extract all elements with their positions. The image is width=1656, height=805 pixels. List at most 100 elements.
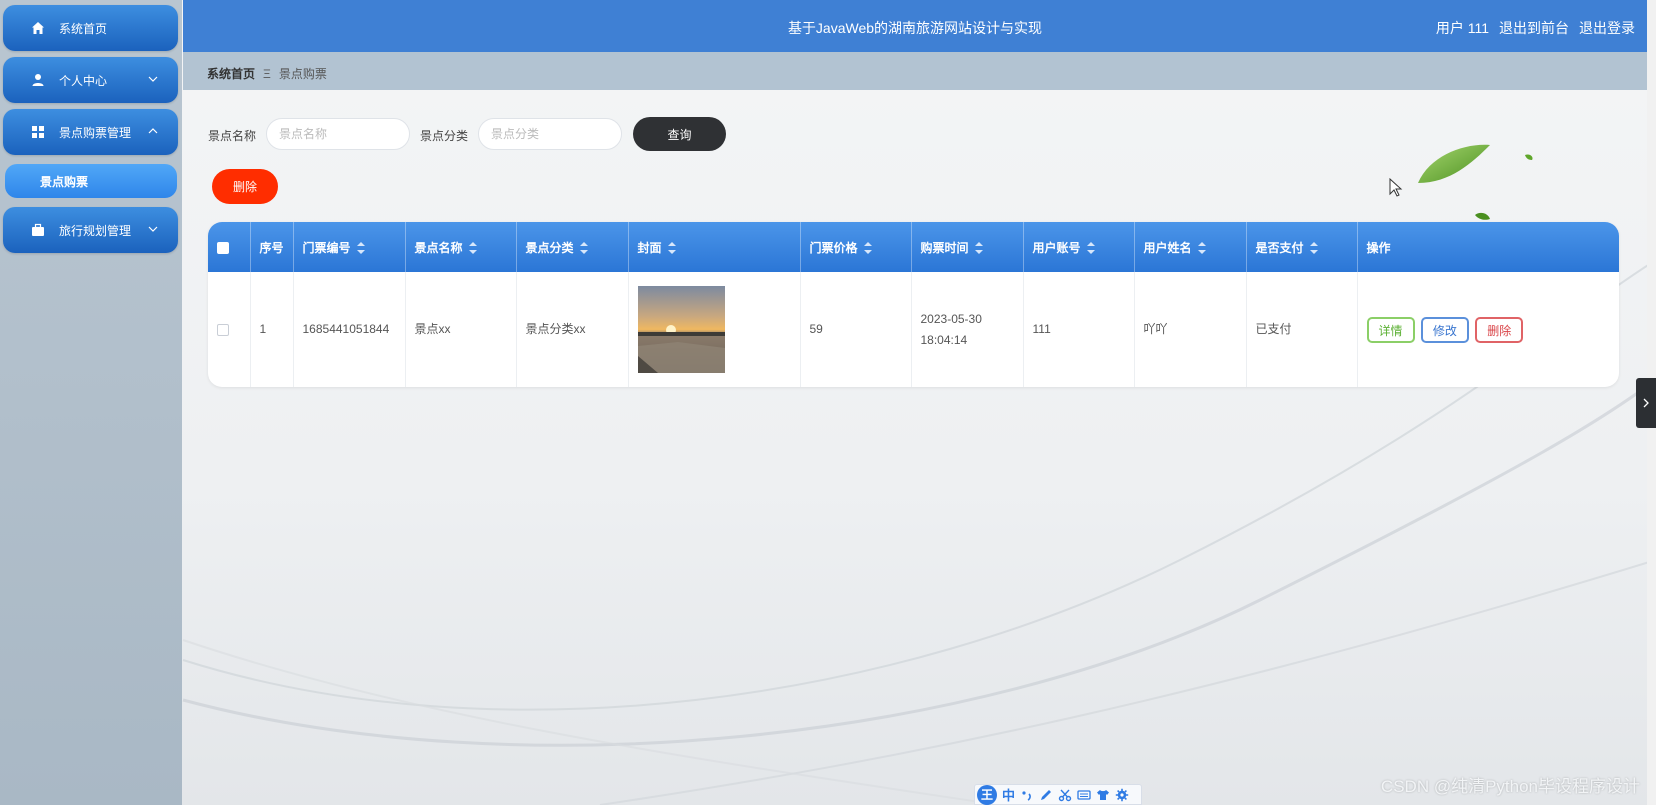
- column-header[interactable]: 是否支付: [1246, 222, 1358, 272]
- sidebar-subitem-label: 景点购票: [40, 174, 89, 189]
- sidebar-item-label: 旅行规划管理: [59, 223, 132, 238]
- edit-button[interactable]: 修改: [1420, 316, 1469, 343]
- sort-icon[interactable]: [468, 242, 477, 255]
- cover-image[interactable]: [637, 286, 725, 373]
- sort-icon[interactable]: [1309, 242, 1318, 255]
- sort-icon[interactable]: [667, 242, 676, 255]
- column-header-label: 购票时间: [920, 240, 969, 255]
- sort-icon[interactable]: [1197, 242, 1206, 255]
- ticket-table: 序号 门票编号 景点名称 景点分类 封面 门票价格 购票时间 用户账号 用户姓名…: [208, 222, 1619, 387]
- ime-logo[interactable]: 王: [977, 784, 997, 805]
- mouse-cursor-icon: [1389, 178, 1403, 197]
- sort-icon[interactable]: [356, 242, 365, 255]
- watermark-text: CSDN @纯清Python毕设程序设计: [1380, 777, 1640, 796]
- column-header[interactable]: 封面: [628, 222, 801, 272]
- top-header: 基于JavaWeb的湖南旅游网站设计与实现 用户 111 退出到前台 退出登录: [183, 0, 1647, 52]
- column-header-label: 封面: [637, 240, 662, 255]
- spot-category-cell: 景点分类xx: [516, 272, 629, 387]
- purchase-time-cell: 2023-05-30 18:04:14: [911, 272, 1024, 387]
- sidebar-item-label: 个人中心: [59, 73, 108, 88]
- select-all-checkbox[interactable]: [217, 241, 229, 254]
- select-all-header: [208, 222, 251, 272]
- sidebar-subitem-ticket-purchase[interactable]: 景点购票: [5, 164, 177, 198]
- punctuation-icon[interactable]: [1020, 788, 1034, 802]
- sort-icon[interactable]: [579, 242, 588, 255]
- sidebar-item-label: 系统首页: [59, 21, 108, 36]
- spot-name-input[interactable]: [266, 118, 410, 150]
- price-cell: 59: [800, 272, 912, 387]
- column-header-label: 是否支付: [1255, 240, 1304, 255]
- spot-category-label: 景点分类: [420, 129, 469, 143]
- spot-name-cell: 景点xx: [405, 272, 517, 387]
- column-header-label: 用户姓名: [1143, 240, 1192, 255]
- user-area: 用户 111 退出到前台 退出登录: [1436, 18, 1635, 38]
- pen-icon[interactable]: [1039, 788, 1053, 802]
- app-title: 基于JavaWeb的湖南旅游网站设计与实现: [787, 20, 1043, 36]
- settings-gear-icon[interactable]: [1115, 788, 1129, 802]
- grid-icon: [29, 123, 47, 141]
- paid-status-cell: 已支付: [1246, 272, 1358, 387]
- batch-delete-button[interactable]: 删除: [212, 169, 278, 204]
- row-checkbox[interactable]: [217, 323, 229, 336]
- leaf-decoration: [1418, 144, 1533, 220]
- background-decoration: [0, 0, 1656, 805]
- breadcrumb-current: 景点购票: [278, 67, 327, 81]
- current-user: 用户 111: [1435, 20, 1489, 36]
- chevron-right-icon: [1643, 398, 1649, 408]
- detail-button[interactable]: 详情: [1366, 316, 1415, 343]
- user-icon: [29, 71, 47, 89]
- sidebar-item-travel-planning[interactable]: 旅行规划管理: [3, 207, 178, 253]
- logout-link[interactable]: 退出登录: [1579, 18, 1635, 38]
- query-button[interactable]: 查询: [633, 117, 726, 151]
- home-icon: [29, 19, 47, 37]
- sidebar-item-personal-center[interactable]: 个人中心: [3, 57, 178, 103]
- sort-icon[interactable]: [1086, 242, 1095, 255]
- column-header: 序号: [250, 222, 294, 272]
- column-header-label: 景点分类: [525, 240, 574, 255]
- column-header-label: 用户账号: [1032, 240, 1081, 255]
- row-delete-button[interactable]: 删除: [1475, 316, 1524, 343]
- keyboard-icon[interactable]: [1077, 788, 1091, 802]
- ime-toolbar: 王 中: [974, 784, 1142, 805]
- breadcrumb-bar: 系统首页 Ξ 景点购票: [183, 52, 1647, 90]
- column-header[interactable]: 门票价格: [800, 222, 912, 272]
- chevron-up-icon: [148, 128, 158, 134]
- chevron-down-icon: [148, 76, 158, 82]
- exit-to-front-link[interactable]: 退出到前台: [1499, 18, 1569, 38]
- column-header[interactable]: 购票时间: [911, 222, 1024, 272]
- column-header[interactable]: 用户账号: [1023, 222, 1135, 272]
- actions-cell: 详情 修改 删除: [1357, 272, 1619, 387]
- spot-category-input[interactable]: [478, 118, 622, 150]
- breadcrumb: 系统首页 Ξ 景点购票: [207, 65, 327, 82]
- account-cell: 111: [1023, 272, 1135, 387]
- table-row: 1 1685441051844 景点xx 景点分类xx 59 2023-05-3…: [208, 272, 1619, 387]
- column-header-label: 景点名称: [414, 240, 463, 255]
- column-header[interactable]: 景点分类: [516, 222, 629, 272]
- column-header-label: 门票编号: [302, 240, 351, 255]
- column-header[interactable]: 景点名称: [405, 222, 517, 272]
- sidebar: 系统首页 个人中心 景点购票管理 景点购票 旅行规划管理: [0, 0, 182, 805]
- sidebar-item-ticket-management[interactable]: 景点购票管理: [3, 109, 178, 155]
- column-header-label: 序号: [259, 240, 284, 255]
- sidebar-item-home[interactable]: 系统首页: [3, 5, 178, 51]
- user-name-cell: 吖吖: [1134, 272, 1247, 387]
- column-header[interactable]: 用户姓名: [1134, 222, 1247, 272]
- skin-shirt-icon[interactable]: [1096, 788, 1110, 802]
- side-panel-toggle[interactable]: [1636, 378, 1656, 428]
- spot-name-label: 景点名称: [208, 129, 257, 143]
- ticket-no-cell: 1685441051844: [293, 272, 406, 387]
- breadcrumb-home[interactable]: 系统首页: [207, 65, 255, 82]
- column-header-label: 门票价格: [809, 240, 858, 255]
- column-header[interactable]: 门票编号: [293, 222, 406, 272]
- sidebar-item-label: 景点购票管理: [59, 125, 132, 140]
- ime-mode-toggle[interactable]: 中: [1002, 785, 1015, 804]
- column-header-label: 操作: [1366, 240, 1391, 255]
- sort-icon[interactable]: [974, 242, 983, 255]
- cover-cell: [628, 272, 801, 387]
- table-header-row: 序号 门票编号 景点名称 景点分类 封面 门票价格 购票时间 用户账号 用户姓名…: [208, 222, 1619, 272]
- sort-icon[interactable]: [863, 242, 872, 255]
- column-header: 操作: [1357, 222, 1619, 272]
- chevron-down-icon: [148, 226, 158, 232]
- scissors-icon[interactable]: [1058, 788, 1072, 802]
- index-cell: 1: [250, 272, 294, 387]
